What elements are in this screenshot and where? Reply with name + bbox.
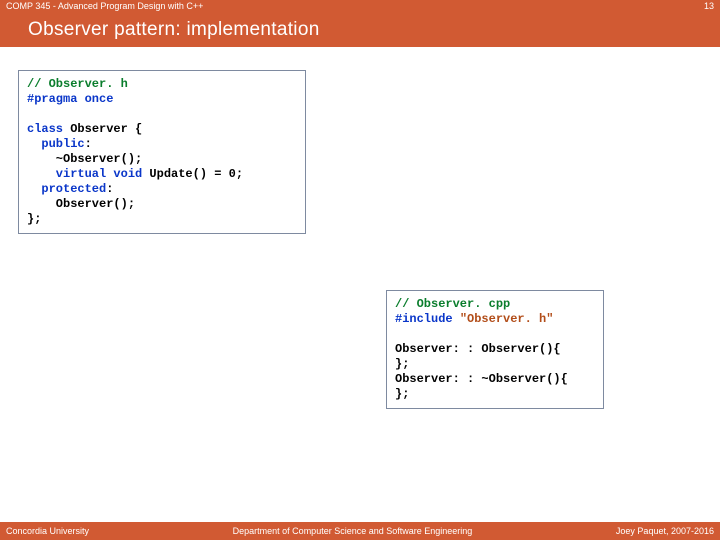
title-bar: Observer pattern: implementation	[0, 13, 720, 47]
code-line: Observer();	[27, 197, 135, 211]
code-observer-cpp: // Observer. cpp #include "Observer. h" …	[386, 290, 604, 409]
code-line: Observer: : Observer(){	[395, 342, 561, 356]
code-text: :	[85, 137, 92, 151]
code-text: :	[106, 182, 113, 196]
code-preproc: #include	[395, 312, 460, 326]
code-line: };	[395, 387, 409, 401]
footer-right: Joey Paquet, 2007-2016	[616, 526, 714, 536]
code-line: #pragma once	[27, 92, 113, 106]
code-line: Observer: : ~Observer(){	[395, 372, 568, 386]
code-line: // Observer. h	[27, 77, 128, 91]
code-keyword: class	[27, 122, 63, 136]
footer-bar: Concordia University Department of Compu…	[0, 522, 720, 540]
top-meta-bar: COMP 345 - Advanced Program Design with …	[0, 0, 720, 13]
slide-body: // Observer. h #pragma once class Observ…	[0, 60, 720, 522]
page-number: 13	[704, 0, 714, 13]
code-line: // Observer. cpp	[395, 297, 510, 311]
slide: COMP 345 - Advanced Program Design with …	[0, 0, 720, 540]
slide-title: Observer pattern: implementation	[28, 19, 320, 41]
course-label: COMP 345 - Advanced Program Design with …	[6, 0, 203, 13]
code-text: Observer {	[63, 122, 142, 136]
code-line: };	[27, 212, 41, 226]
code-text: Update() = 0;	[142, 167, 243, 181]
code-observer-h: // Observer. h #pragma once class Observ…	[18, 70, 306, 234]
code-keyword: protected	[27, 182, 106, 196]
code-line: };	[395, 357, 409, 371]
footer-left: Concordia University	[6, 526, 89, 536]
code-string: "Observer. h"	[460, 312, 554, 326]
code-line: ~Observer();	[27, 152, 142, 166]
code-keyword: virtual void	[27, 167, 142, 181]
code-keyword: public	[27, 137, 85, 151]
footer-center: Department of Computer Science and Softw…	[233, 526, 473, 536]
